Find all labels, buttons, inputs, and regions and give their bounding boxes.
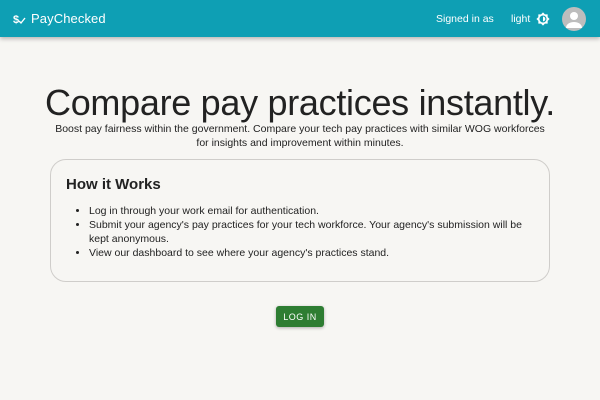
brightness-icon [536,11,550,26]
list-item: Log in through your work email for authe… [89,204,529,218]
list-item: Submit your agency's pay practices for y… [89,218,529,246]
page-subtitle: Boost pay fairness within the government… [55,123,545,149]
svg-text:$: $ [13,14,19,26]
how-it-works-steps: Log in through your work email for authe… [89,204,529,260]
theme-label: light [511,12,531,25]
brand[interactable]: $ PayChecked [12,0,106,37]
list-item: View our dashboard to see where your age… [89,246,529,260]
signed-in-label: Signed in as [436,12,494,25]
how-it-works-card: How it Works Log in through your work em… [50,159,550,282]
app-bar: $ PayChecked Signed in as light [0,0,600,37]
brand-name: PayChecked [31,11,106,26]
avatar[interactable] [562,7,586,31]
page-title: Compare pay practices instantly. [45,82,555,123]
theme-toggle[interactable]: light [511,0,550,37]
pay-logo-icon: $ [12,12,26,26]
how-it-works-title: How it Works [66,176,161,193]
login-button[interactable]: LOG IN [276,306,324,327]
person-icon [562,12,586,31]
